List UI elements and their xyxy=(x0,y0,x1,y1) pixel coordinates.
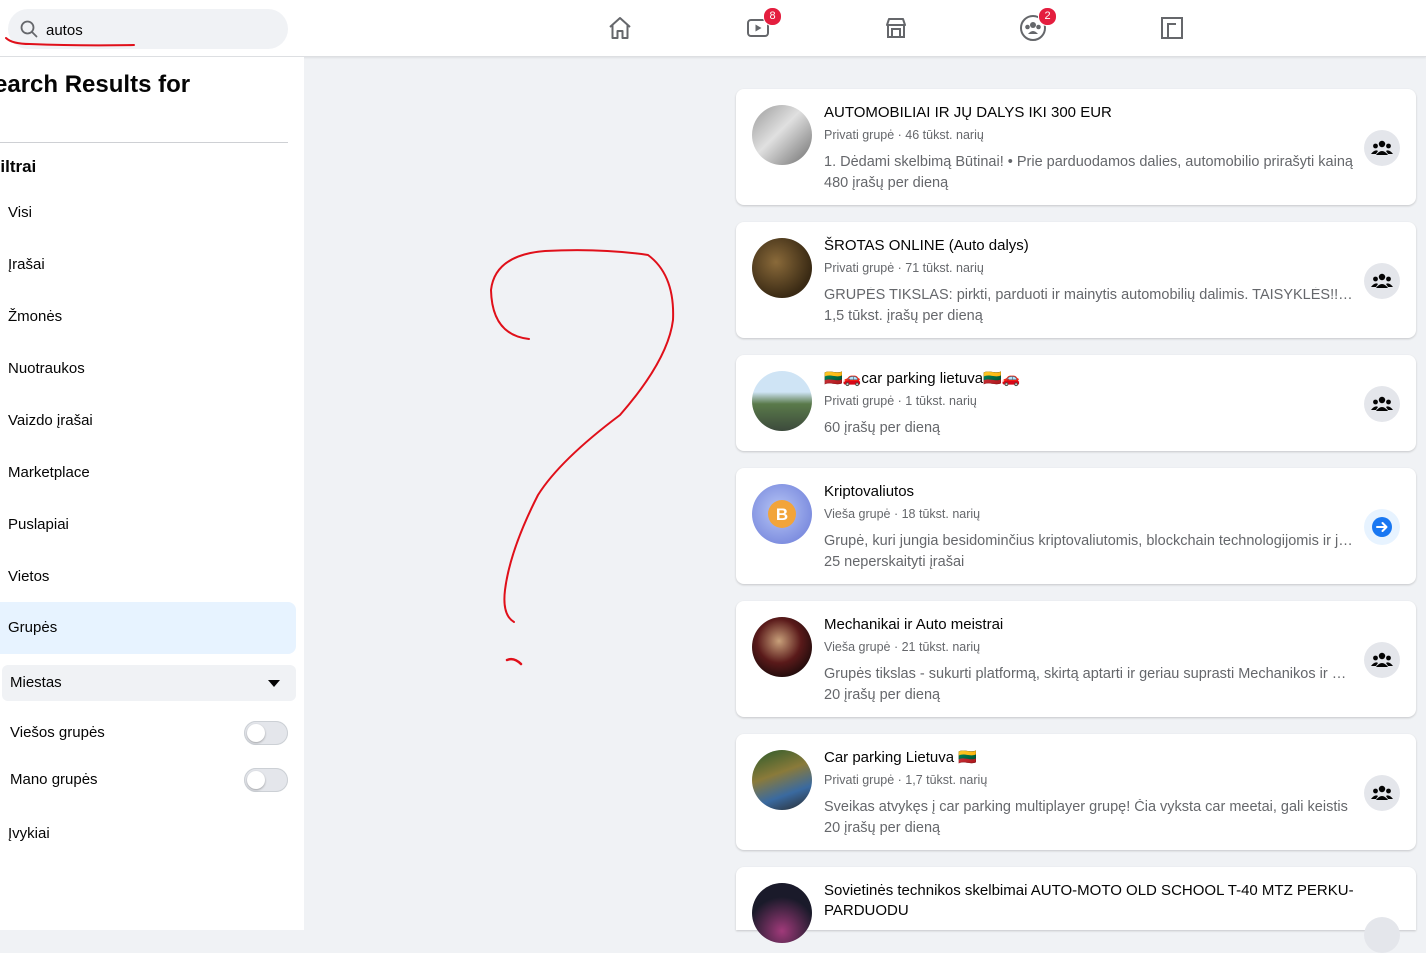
caret-down-icon xyxy=(268,680,280,687)
group-meta: Privati grupė · 1 tūkst. narių xyxy=(824,394,977,408)
group-meta: Privati grupė · 71 tūkst. narių xyxy=(824,261,984,275)
group-description: 1. Dėdami skelbimą Būtinai! • Prie pardu… xyxy=(824,154,1353,170)
join-group-button[interactable] xyxy=(1364,263,1400,299)
group-title[interactable]: Car parking Lietuva 🇱🇹 xyxy=(824,748,1354,768)
svg-text:B: B xyxy=(776,505,788,524)
group-avatar xyxy=(752,617,812,677)
group-activity: 1,5 tūkst. įrašų per dieną xyxy=(824,308,983,324)
join-group-button[interactable] xyxy=(1364,130,1400,166)
public-groups-label: Viešos grupės xyxy=(10,724,105,741)
group-avatar xyxy=(752,750,812,810)
watch-notification-badge: 8 xyxy=(763,7,782,26)
public-groups-toggle-row: Viešos grupės xyxy=(10,718,290,748)
sidebar-divider xyxy=(0,142,288,143)
join-group-button[interactable] xyxy=(1364,386,1400,422)
bitcoin-icon: B xyxy=(768,500,796,528)
gaming-nav-button[interactable] xyxy=(1158,12,1186,44)
group-result-card[interactable]: Sovietinės technikos skelbimai AUTO-MOTO… xyxy=(736,867,1416,953)
group-meta: Privati grupė · 46 tūkst. narių xyxy=(824,128,984,142)
my-groups-toggle-row: Mano grupės xyxy=(10,765,290,795)
filter-events[interactable]: Įvykiai xyxy=(0,808,296,860)
open-group-button[interactable] xyxy=(1364,509,1400,545)
join-group-icon xyxy=(1371,785,1393,800)
marketplace-nav-button[interactable] xyxy=(882,12,910,44)
gaming-icon xyxy=(1161,17,1183,39)
group-avatar xyxy=(752,371,812,431)
group-description: Sveikas atvykęs į car parking multiplaye… xyxy=(824,799,1348,815)
group-result-card[interactable]: 🇱🇹🚗car parking lietuva🇱🇹🚗 Privati grupė … xyxy=(736,355,1416,451)
group-avatar xyxy=(752,883,812,943)
group-result-card[interactable]: B Kriptovaliutos Vieša grupė · 18 tūkst.… xyxy=(736,468,1416,584)
join-group-button[interactable] xyxy=(1364,775,1400,811)
group-activity: 25 neperskaityti įrašai xyxy=(824,554,965,570)
filter-people[interactable]: Žmonės xyxy=(0,291,296,343)
group-title[interactable]: Mechanikai ir Auto meistrai xyxy=(824,615,1354,635)
group-result-card[interactable]: AUTOMOBILIAI IR JŲ DALYS IKI 300 EUR Pri… xyxy=(736,89,1416,205)
top-navigation-bar: 8 2 xyxy=(0,0,1426,57)
home-icon xyxy=(609,17,631,39)
group-meta: Vieša grupė · 21 tūkst. narių xyxy=(824,640,981,654)
group-avatar xyxy=(752,105,812,165)
filter-posts[interactable]: Įrašai xyxy=(0,239,296,291)
filter-photos[interactable]: Nuotraukos xyxy=(0,343,296,395)
search-input[interactable] xyxy=(44,17,268,43)
filter-all[interactable]: Visi xyxy=(0,187,296,239)
group-title[interactable]: AUTOMOBILIAI IR JŲ DALYS IKI 300 EUR xyxy=(824,103,1354,123)
group-description: Grupė, kuri jungia besidominčius kriptov… xyxy=(824,533,1354,549)
filters-heading: Filtrai xyxy=(0,157,37,176)
join-group-button[interactable] xyxy=(1364,917,1400,953)
toggle-knob xyxy=(247,771,265,789)
group-description: Grupės tikslas - sukurti platformą, skir… xyxy=(824,666,1354,682)
city-dropdown-value: Miestas xyxy=(10,674,62,691)
group-description: GRUPĖS TIKSLAS: pirkti, parduoti ir main… xyxy=(824,287,1354,303)
join-group-button[interactable] xyxy=(1364,642,1400,678)
question-mark-annotation xyxy=(490,249,675,623)
join-group-icon xyxy=(1371,652,1393,667)
group-activity: 20 įrašų per dieną xyxy=(824,820,941,836)
group-result-card[interactable]: Mechanikai ir Auto meistrai Vieša grupė … xyxy=(736,601,1416,717)
group-title[interactable]: ŠROTAS ONLINE (Auto dalys) xyxy=(824,236,1354,256)
question-mark-dot-annotation xyxy=(505,657,523,666)
groups-notification-badge: 2 xyxy=(1038,7,1057,26)
group-activity: 480 įrašų per dieną xyxy=(824,175,949,191)
public-groups-toggle[interactable] xyxy=(244,721,288,745)
city-dropdown[interactable]: Miestas xyxy=(2,665,296,701)
watch-nav-button[interactable]: 8 xyxy=(744,7,782,44)
toggle-knob xyxy=(247,724,265,742)
group-meta: Vieša grupė · 18 tūkst. narių xyxy=(824,507,981,521)
my-groups-label: Mano grupės xyxy=(10,771,98,788)
group-title[interactable]: Sovietinės technikos skelbimai AUTO-MOTO… xyxy=(824,881,1354,921)
filter-pages[interactable]: Puslapiai xyxy=(0,499,296,551)
page-title: Search Results for xyxy=(0,71,191,98)
group-avatar xyxy=(752,238,812,298)
groups-nav-button[interactable]: 2 xyxy=(1019,7,1057,44)
group-activity: 60 įrašų per dieną xyxy=(824,420,941,436)
home-nav-button[interactable] xyxy=(606,12,634,44)
group-meta: Privati grupė · 1,7 tūkst. narių xyxy=(824,773,988,787)
search-filters-sidebar: Search Results for Filtrai Visi Įrašai Ž… xyxy=(0,57,304,930)
group-title[interactable]: Kriptovaliutos xyxy=(824,482,1354,502)
filter-videos[interactable]: Vaizdo įrašai xyxy=(0,395,296,447)
filter-groups[interactable]: Grupės xyxy=(0,602,296,654)
group-title[interactable]: 🇱🇹🚗car parking lietuva🇱🇹🚗 xyxy=(824,369,1354,389)
group-result-card[interactable]: Car parking Lietuva 🇱🇹 Privati grupė · 1… xyxy=(736,734,1416,850)
filter-places[interactable]: Vietos xyxy=(0,551,296,603)
my-groups-toggle[interactable] xyxy=(244,768,288,792)
arrow-right-icon xyxy=(1372,517,1392,537)
filter-marketplace[interactable]: Marketplace xyxy=(0,447,296,499)
group-avatar: B xyxy=(752,484,812,544)
join-group-icon xyxy=(1371,273,1393,288)
search-icon xyxy=(20,20,38,38)
marketplace-icon xyxy=(886,18,906,38)
join-group-icon xyxy=(1371,140,1393,155)
search-box[interactable] xyxy=(8,9,288,49)
group-result-card[interactable]: ŠROTAS ONLINE (Auto dalys) Privati grupė… xyxy=(736,222,1416,338)
group-activity: 20 įrašų per dieną xyxy=(824,687,941,703)
join-group-icon xyxy=(1371,396,1393,411)
